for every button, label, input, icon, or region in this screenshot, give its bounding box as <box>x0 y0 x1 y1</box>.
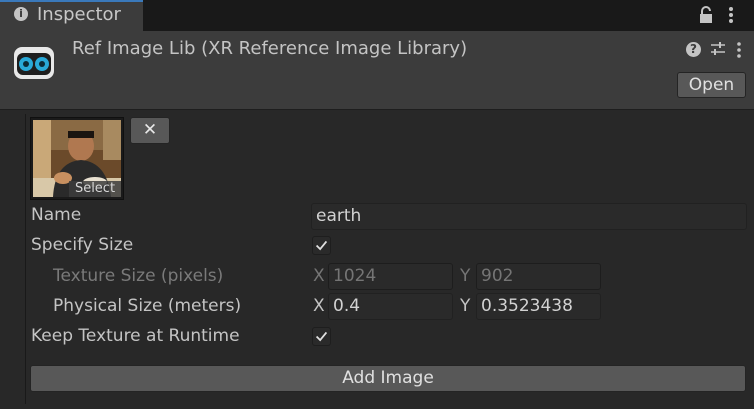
specify-size-checkbox[interactable] <box>312 236 331 255</box>
xr-reference-library-icon <box>14 47 54 79</box>
texture-size-label: Texture Size (pixels) <box>53 266 224 286</box>
physical-y-input[interactable]: 0.3523438 <box>476 293 601 320</box>
kebab-menu-icon[interactable] <box>737 41 741 59</box>
open-button[interactable]: Open <box>677 72 746 98</box>
texture-y-label: Y <box>460 266 471 286</box>
texture-x-field: 1024 <box>328 263 453 290</box>
texture-y-field: 902 <box>476 263 601 290</box>
physical-y-label: Y <box>460 296 471 316</box>
keep-texture-label: Keep Texture at Runtime <box>31 326 240 346</box>
specify-size-label: Specify Size <box>31 235 134 255</box>
list-indent-line <box>25 114 26 404</box>
select-texture-label[interactable]: Select <box>69 181 121 197</box>
asset-title: Ref Image Lib (XR Reference Image Librar… <box>72 38 468 59</box>
name-input[interactable]: earth <box>311 203 747 230</box>
texture-x-label: X <box>313 266 325 286</box>
name-label: Name <box>31 205 82 225</box>
physical-size-label: Physical Size (meters) <box>53 296 242 316</box>
tab-title: Inspector <box>37 4 121 25</box>
lock-icon[interactable] <box>699 6 713 24</box>
add-image-button[interactable]: Add Image <box>30 365 746 392</box>
help-icon[interactable]: ? <box>686 42 701 57</box>
physical-x-label: X <box>313 296 325 316</box>
keep-texture-checkbox[interactable] <box>312 327 331 346</box>
info-icon: i <box>14 7 28 21</box>
tab-menu-icon[interactable] <box>728 6 734 24</box>
preset-icon[interactable] <box>710 41 726 57</box>
remove-image-button[interactable]: ✕ <box>130 117 170 144</box>
physical-x-input[interactable]: 0.4 <box>328 293 453 320</box>
